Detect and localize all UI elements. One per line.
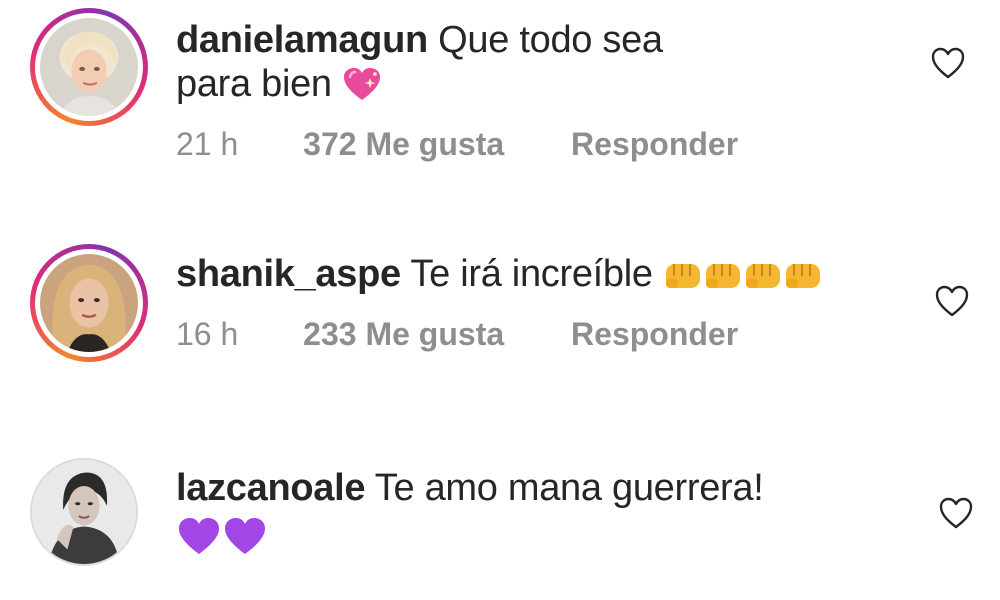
heart-outline-icon[interactable] [934, 284, 970, 318]
comment-text: Te amo mana guerrera! [374, 467, 764, 509]
avatar-story-ring[interactable] [30, 8, 148, 126]
comment-username[interactable]: lazcanoale [176, 467, 366, 509]
heart-outline-icon[interactable] [930, 46, 966, 80]
sparkling-heart-icon [342, 66, 382, 112]
fist-icon [743, 258, 783, 302]
purple-heart-icon [222, 516, 268, 566]
avatar-story-ring[interactable] [30, 244, 148, 362]
avatar[interactable] [40, 254, 138, 352]
reply-button[interactable]: Responder [571, 316, 738, 353]
fist-icon [663, 258, 703, 302]
comment-timestamp: 16 h [176, 316, 239, 352]
comment-username[interactable]: shanik_aspe [176, 253, 401, 295]
comment-likes-count[interactable]: 372 Me gusta [303, 126, 504, 163]
comment-timestamp: 21 h [176, 126, 239, 162]
comment-text-continued: para bien [176, 63, 332, 105]
purple-heart-icon [176, 516, 222, 566]
comment-username[interactable]: danielamagun [176, 19, 428, 61]
comment-text: Que todo sea [438, 19, 663, 61]
avatar[interactable] [40, 18, 138, 116]
reply-button[interactable]: Responder [571, 126, 738, 163]
fist-icon [703, 258, 743, 302]
comments-list: danielamagun Que todo sea para bien 21 h… [0, 0, 1000, 600]
comment-likes-count[interactable]: 233 Me gusta [303, 316, 504, 353]
avatar[interactable] [30, 458, 138, 566]
comment-text: Te irá increíble [410, 253, 653, 295]
heart-outline-icon[interactable] [938, 496, 974, 530]
fist-icon [783, 258, 823, 302]
